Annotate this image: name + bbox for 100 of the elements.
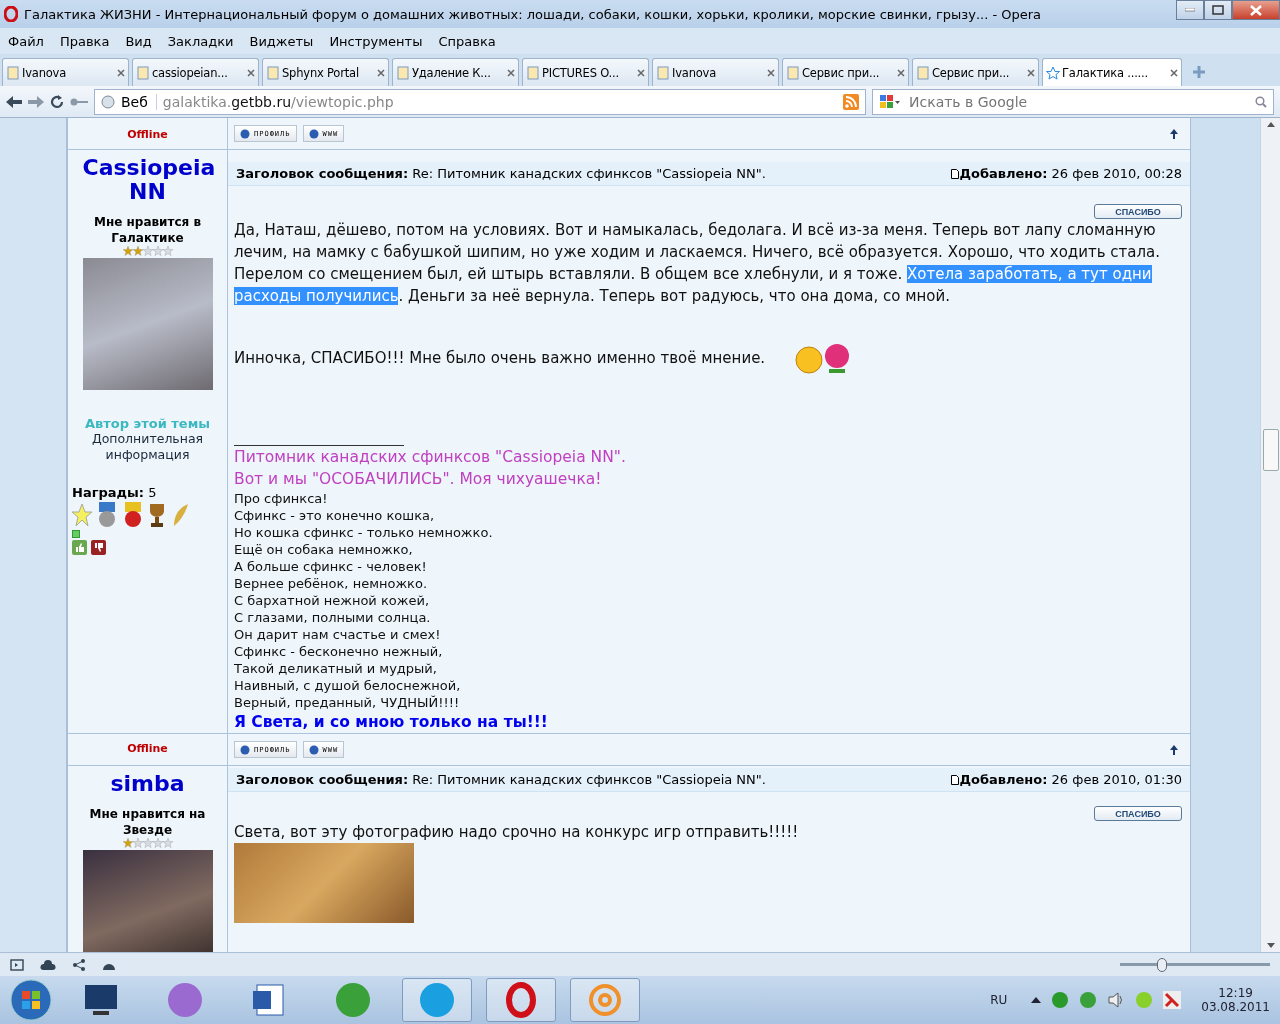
key-icon[interactable] bbox=[70, 96, 88, 107]
poem-line: Ещё он собака немножко, bbox=[234, 541, 414, 558]
post-date: Добавлено: 26 фев 2010, 00:28 bbox=[959, 166, 1182, 181]
close-icon[interactable] bbox=[897, 68, 905, 77]
globe-icon bbox=[101, 94, 115, 109]
scope-label: Веб bbox=[121, 93, 157, 110]
browser-tab[interactable]: Ivanova bbox=[652, 58, 779, 86]
start-button[interactable] bbox=[10, 979, 52, 1021]
panel-toggle-icon[interactable] bbox=[10, 958, 24, 971]
address-field[interactable]: Веб galaktika.getbb.ru/viewtopic.php bbox=[94, 88, 866, 115]
browser-tab[interactable]: cassiopeian... bbox=[132, 58, 259, 86]
star-icon bbox=[122, 246, 133, 256]
scrollbar-thumb[interactable] bbox=[1262, 429, 1279, 471]
globe-icon bbox=[308, 744, 319, 755]
cloud-icon[interactable] bbox=[40, 958, 56, 971]
page-icon bbox=[656, 65, 670, 80]
star-icon bbox=[142, 838, 153, 848]
signature-motto: Я Света, и со мною только на ты!!! bbox=[234, 712, 549, 733]
menu-item[interactable]: Инструменты bbox=[321, 33, 431, 49]
browser-tab[interactable]: Удаление К... bbox=[392, 58, 519, 86]
poem-line: С глазами, полными солнца. bbox=[234, 609, 432, 626]
post-icon[interactable] bbox=[951, 774, 960, 785]
close-button[interactable] bbox=[1232, 0, 1280, 20]
up-arrow-icon[interactable] bbox=[1170, 744, 1178, 755]
clock-date[interactable]: 03.08.2011 bbox=[1201, 1000, 1270, 1014]
user-rank: Мне нравится на Звезде bbox=[88, 806, 207, 838]
extra-info-link[interactable]: Дополнительная информация bbox=[87, 431, 208, 463]
close-icon[interactable] bbox=[117, 68, 125, 77]
up-arrow-icon[interactable] bbox=[1170, 128, 1178, 139]
post-subject: Заголовок сообщения: Re: Питомник канадских сфинксов "Cassiopeia NN". bbox=[236, 166, 767, 181]
close-icon[interactable] bbox=[377, 68, 385, 77]
google-icon[interactable] bbox=[879, 93, 901, 110]
offline-status: Offline bbox=[127, 128, 168, 141]
poem-line: Верный, преданный, ЧУДНЫЙ!!!! bbox=[234, 694, 461, 711]
thumbs-down-icon[interactable] bbox=[91, 540, 106, 555]
minimize-icon bbox=[1185, 8, 1195, 12]
browser-tab[interactable]: PICTURES O... bbox=[522, 58, 649, 86]
menu-item[interactable]: Виджеты bbox=[241, 33, 322, 49]
back-icon[interactable] bbox=[6, 94, 22, 109]
close-icon[interactable] bbox=[637, 68, 645, 77]
signature-link[interactable]: Вот и мы "ОСОБАЧИЛИСЬ". Моя чихуашечка! bbox=[234, 468, 1184, 490]
close-icon[interactable] bbox=[507, 68, 515, 77]
page-icon bbox=[526, 65, 540, 80]
close-icon[interactable] bbox=[247, 68, 255, 77]
star-icon bbox=[132, 838, 143, 848]
star-icon bbox=[152, 246, 163, 256]
search-field[interactable]: Искать в Google bbox=[872, 88, 1274, 115]
star-icon bbox=[132, 246, 143, 256]
menu-item[interactable]: Вид bbox=[117, 33, 160, 49]
author-name[interactable]: simba bbox=[82, 772, 213, 796]
poem-line: Про сфинкса! bbox=[234, 490, 329, 507]
poem-line: Но кошка сфинкс - только немножко. bbox=[234, 524, 494, 541]
scroll-up-icon[interactable] bbox=[1266, 122, 1275, 127]
language-indicator[interactable]: RU bbox=[990, 993, 1008, 1007]
clock-time[interactable]: 12:19 bbox=[1218, 986, 1253, 1000]
maximize-button[interactable] bbox=[1204, 0, 1232, 20]
star-icon bbox=[162, 246, 173, 256]
zoom-slider[interactable] bbox=[1120, 957, 1270, 972]
scroll-down-icon[interactable] bbox=[1266, 943, 1275, 948]
menu-item[interactable]: Правка bbox=[51, 33, 118, 49]
awards-count: Награды: 5 bbox=[72, 485, 158, 500]
thanks-button[interactable]: СПАСИБО bbox=[1094, 806, 1182, 821]
poem-line: Он дарит нам счастье и смех! bbox=[234, 626, 442, 643]
thanks-button[interactable]: СПАСИБО bbox=[1094, 204, 1182, 219]
page-icon bbox=[786, 65, 800, 80]
signature-link[interactable]: Питомник канадских сфинксов "Cassiopeia NN". bbox=[234, 446, 1184, 468]
window-title: Галактика ЖИЗНИ - Интернациональный форум о домашних животных: лошади, собаки, кошки, хорьки, кролики, морские свинки, грызу... - Opera bbox=[24, 6, 1043, 22]
search-icon[interactable] bbox=[1255, 95, 1267, 108]
browser-tab[interactable]: Сервис при... bbox=[782, 58, 909, 86]
post-text: Инночка, СПАСИБО!!! Мне было очень важно именно твоё мнение. bbox=[234, 348, 766, 369]
poem-line: Сфинкс - это конечно кошка, bbox=[234, 507, 436, 524]
menu-item[interactable]: Закладки bbox=[159, 33, 242, 49]
scrollbar[interactable] bbox=[1260, 118, 1280, 952]
browser-tab[interactable]: Галактика ...... bbox=[1042, 58, 1182, 86]
globe-icon bbox=[240, 744, 250, 755]
opera-logo-icon bbox=[4, 6, 18, 22]
poem-line: Такой деликатный и мудрый, bbox=[234, 660, 438, 677]
globe-icon bbox=[240, 128, 250, 139]
forward-icon[interactable] bbox=[28, 94, 44, 109]
opera-icon[interactable] bbox=[486, 978, 556, 1022]
menu-item[interactable]: Справка bbox=[430, 33, 504, 49]
close-icon[interactable] bbox=[1170, 68, 1178, 77]
browser-tab[interactable]: Sphynx Portal bbox=[262, 58, 389, 86]
post-icon[interactable] bbox=[951, 168, 960, 179]
medal-icon bbox=[96, 502, 118, 528]
share-icon[interactable] bbox=[72, 958, 86, 971]
expand-tray-icon[interactable] bbox=[1031, 997, 1042, 1003]
browser-tab[interactable]: Ivanova bbox=[2, 58, 129, 86]
minimize-button[interactable] bbox=[1176, 0, 1204, 20]
browser-tab[interactable]: Сервис при... bbox=[912, 58, 1039, 86]
thumbs-up-icon[interactable] bbox=[72, 540, 87, 555]
zoom-slider-thumb[interactable] bbox=[1157, 957, 1167, 972]
close-icon[interactable] bbox=[1027, 68, 1035, 77]
offline-status: Offline bbox=[127, 742, 168, 755]
close-icon[interactable] bbox=[767, 68, 775, 77]
page-icon bbox=[396, 65, 410, 80]
menu-item[interactable]: Файл bbox=[0, 33, 52, 49]
medal-icon bbox=[122, 502, 144, 528]
reload-icon[interactable] bbox=[50, 94, 64, 109]
author-name[interactable]: Cassiopeia NN bbox=[82, 156, 213, 204]
